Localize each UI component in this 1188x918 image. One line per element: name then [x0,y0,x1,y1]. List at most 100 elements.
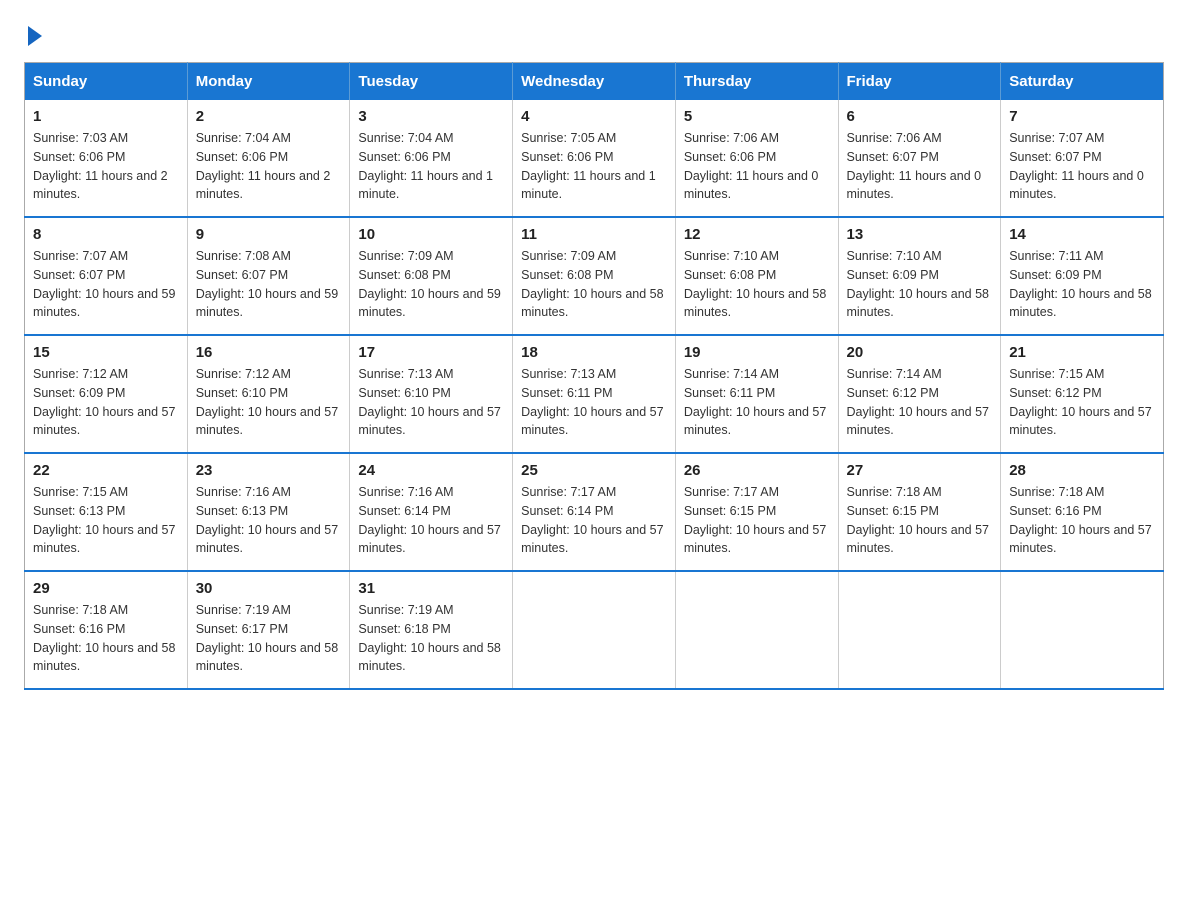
day-number: 8 [33,226,179,243]
weekday-header-sunday: Sunday [25,63,188,101]
day-number: 26 [684,462,830,479]
day-info: Sunrise: 7:09 AM Sunset: 6:08 PM Dayligh… [521,247,667,322]
calendar-cell: 3 Sunrise: 7:04 AM Sunset: 6:06 PM Dayli… [350,100,513,217]
weekday-header-friday: Friday [838,63,1001,101]
day-info: Sunrise: 7:15 AM Sunset: 6:13 PM Dayligh… [33,483,179,558]
day-info: Sunrise: 7:10 AM Sunset: 6:09 PM Dayligh… [847,247,993,322]
logo-arrow-icon [28,26,42,46]
day-number: 16 [196,344,342,361]
calendar-cell: 13 Sunrise: 7:10 AM Sunset: 6:09 PM Dayl… [838,217,1001,335]
weekday-header-thursday: Thursday [675,63,838,101]
calendar-cell [513,571,676,689]
day-number: 2 [196,108,342,125]
day-number: 1 [33,108,179,125]
day-number: 3 [358,108,504,125]
day-info: Sunrise: 7:07 AM Sunset: 6:07 PM Dayligh… [33,247,179,322]
day-info: Sunrise: 7:10 AM Sunset: 6:08 PM Dayligh… [684,247,830,322]
day-info: Sunrise: 7:03 AM Sunset: 6:06 PM Dayligh… [33,129,179,204]
calendar-cell: 22 Sunrise: 7:15 AM Sunset: 6:13 PM Dayl… [25,453,188,571]
day-number: 10 [358,226,504,243]
day-info: Sunrise: 7:19 AM Sunset: 6:17 PM Dayligh… [196,601,342,676]
logo [24,24,42,46]
day-info: Sunrise: 7:06 AM Sunset: 6:06 PM Dayligh… [684,129,830,204]
day-info: Sunrise: 7:14 AM Sunset: 6:11 PM Dayligh… [684,365,830,440]
day-info: Sunrise: 7:16 AM Sunset: 6:14 PM Dayligh… [358,483,504,558]
day-number: 31 [358,580,504,597]
day-info: Sunrise: 7:18 AM Sunset: 6:15 PM Dayligh… [847,483,993,558]
day-info: Sunrise: 7:18 AM Sunset: 6:16 PM Dayligh… [33,601,179,676]
day-number: 15 [33,344,179,361]
day-number: 6 [847,108,993,125]
day-info: Sunrise: 7:19 AM Sunset: 6:18 PM Dayligh… [358,601,504,676]
calendar-cell: 28 Sunrise: 7:18 AM Sunset: 6:16 PM Dayl… [1001,453,1164,571]
day-number: 18 [521,344,667,361]
calendar-cell: 11 Sunrise: 7:09 AM Sunset: 6:08 PM Dayl… [513,217,676,335]
calendar-cell: 19 Sunrise: 7:14 AM Sunset: 6:11 PM Dayl… [675,335,838,453]
day-info: Sunrise: 7:08 AM Sunset: 6:07 PM Dayligh… [196,247,342,322]
day-info: Sunrise: 7:04 AM Sunset: 6:06 PM Dayligh… [196,129,342,204]
day-number: 29 [33,580,179,597]
day-number: 12 [684,226,830,243]
page-header [24,24,1164,46]
day-number: 28 [1009,462,1155,479]
day-number: 27 [847,462,993,479]
calendar-cell: 4 Sunrise: 7:05 AM Sunset: 6:06 PM Dayli… [513,100,676,217]
calendar-cell: 18 Sunrise: 7:13 AM Sunset: 6:11 PM Dayl… [513,335,676,453]
day-info: Sunrise: 7:17 AM Sunset: 6:15 PM Dayligh… [684,483,830,558]
calendar-week-row: 22 Sunrise: 7:15 AM Sunset: 6:13 PM Dayl… [25,453,1164,571]
day-number: 19 [684,344,830,361]
day-number: 11 [521,226,667,243]
day-info: Sunrise: 7:17 AM Sunset: 6:14 PM Dayligh… [521,483,667,558]
day-info: Sunrise: 7:07 AM Sunset: 6:07 PM Dayligh… [1009,129,1155,204]
day-number: 24 [358,462,504,479]
calendar-cell: 24 Sunrise: 7:16 AM Sunset: 6:14 PM Dayl… [350,453,513,571]
day-number: 23 [196,462,342,479]
day-number: 25 [521,462,667,479]
day-info: Sunrise: 7:06 AM Sunset: 6:07 PM Dayligh… [847,129,993,204]
calendar-cell: 20 Sunrise: 7:14 AM Sunset: 6:12 PM Dayl… [838,335,1001,453]
calendar-week-row: 29 Sunrise: 7:18 AM Sunset: 6:16 PM Dayl… [25,571,1164,689]
day-number: 13 [847,226,993,243]
day-info: Sunrise: 7:09 AM Sunset: 6:08 PM Dayligh… [358,247,504,322]
day-info: Sunrise: 7:05 AM Sunset: 6:06 PM Dayligh… [521,129,667,204]
calendar-cell: 21 Sunrise: 7:15 AM Sunset: 6:12 PM Dayl… [1001,335,1164,453]
calendar-cell: 1 Sunrise: 7:03 AM Sunset: 6:06 PM Dayli… [25,100,188,217]
day-info: Sunrise: 7:13 AM Sunset: 6:10 PM Dayligh… [358,365,504,440]
calendar-cell: 9 Sunrise: 7:08 AM Sunset: 6:07 PM Dayli… [187,217,350,335]
calendar-cell: 23 Sunrise: 7:16 AM Sunset: 6:13 PM Dayl… [187,453,350,571]
calendar-week-row: 1 Sunrise: 7:03 AM Sunset: 6:06 PM Dayli… [25,100,1164,217]
calendar-cell: 12 Sunrise: 7:10 AM Sunset: 6:08 PM Dayl… [675,217,838,335]
weekday-header-saturday: Saturday [1001,63,1164,101]
day-number: 4 [521,108,667,125]
calendar-cell [838,571,1001,689]
day-info: Sunrise: 7:15 AM Sunset: 6:12 PM Dayligh… [1009,365,1155,440]
calendar-cell: 26 Sunrise: 7:17 AM Sunset: 6:15 PM Dayl… [675,453,838,571]
day-number: 5 [684,108,830,125]
calendar-cell: 27 Sunrise: 7:18 AM Sunset: 6:15 PM Dayl… [838,453,1001,571]
weekday-header-monday: Monday [187,63,350,101]
day-number: 9 [196,226,342,243]
day-info: Sunrise: 7:14 AM Sunset: 6:12 PM Dayligh… [847,365,993,440]
calendar-cell: 15 Sunrise: 7:12 AM Sunset: 6:09 PM Dayl… [25,335,188,453]
calendar-cell: 8 Sunrise: 7:07 AM Sunset: 6:07 PM Dayli… [25,217,188,335]
day-info: Sunrise: 7:12 AM Sunset: 6:10 PM Dayligh… [196,365,342,440]
day-info: Sunrise: 7:12 AM Sunset: 6:09 PM Dayligh… [33,365,179,440]
calendar-cell: 16 Sunrise: 7:12 AM Sunset: 6:10 PM Dayl… [187,335,350,453]
calendar-cell: 7 Sunrise: 7:07 AM Sunset: 6:07 PM Dayli… [1001,100,1164,217]
calendar-table: SundayMondayTuesdayWednesdayThursdayFrid… [24,62,1164,690]
calendar-cell: 25 Sunrise: 7:17 AM Sunset: 6:14 PM Dayl… [513,453,676,571]
day-number: 20 [847,344,993,361]
day-info: Sunrise: 7:18 AM Sunset: 6:16 PM Dayligh… [1009,483,1155,558]
calendar-cell: 14 Sunrise: 7:11 AM Sunset: 6:09 PM Dayl… [1001,217,1164,335]
calendar-week-row: 8 Sunrise: 7:07 AM Sunset: 6:07 PM Dayli… [25,217,1164,335]
day-number: 21 [1009,344,1155,361]
day-info: Sunrise: 7:13 AM Sunset: 6:11 PM Dayligh… [521,365,667,440]
weekday-header-row: SundayMondayTuesdayWednesdayThursdayFrid… [25,63,1164,101]
calendar-cell: 6 Sunrise: 7:06 AM Sunset: 6:07 PM Dayli… [838,100,1001,217]
calendar-cell: 10 Sunrise: 7:09 AM Sunset: 6:08 PM Dayl… [350,217,513,335]
calendar-cell [1001,571,1164,689]
calendar-cell: 29 Sunrise: 7:18 AM Sunset: 6:16 PM Dayl… [25,571,188,689]
calendar-cell: 30 Sunrise: 7:19 AM Sunset: 6:17 PM Dayl… [187,571,350,689]
day-number: 14 [1009,226,1155,243]
day-info: Sunrise: 7:16 AM Sunset: 6:13 PM Dayligh… [196,483,342,558]
